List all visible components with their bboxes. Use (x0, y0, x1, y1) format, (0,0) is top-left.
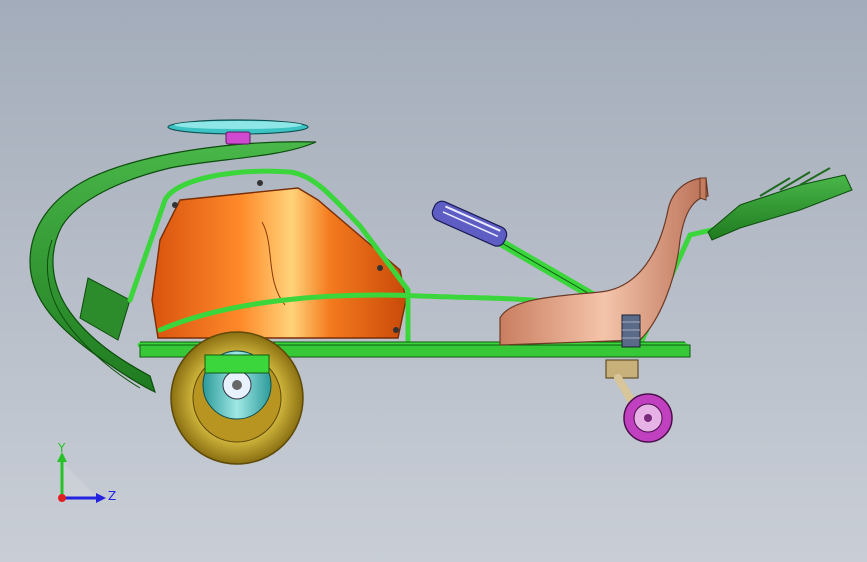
steering-handle[interactable] (430, 199, 605, 305)
footrest-platform[interactable] (707, 167, 853, 241)
triad-plane (62, 462, 98, 498)
z-axis-arrow-icon (96, 493, 106, 503)
battery-housing[interactable] (151, 180, 407, 339)
x-axis-dot-icon (58, 494, 66, 502)
axis-triad: Y Z (57, 441, 116, 503)
rear-spring (621, 314, 641, 348)
y-axis-label: Y (57, 441, 66, 455)
caster-wheel[interactable] (605, 359, 673, 443)
top-seat-pad[interactable] (167, 119, 309, 145)
cad-viewport[interactable]: Y Z (0, 0, 867, 562)
front-wheel[interactable] (170, 331, 304, 465)
z-axis-label: Z (108, 489, 116, 503)
